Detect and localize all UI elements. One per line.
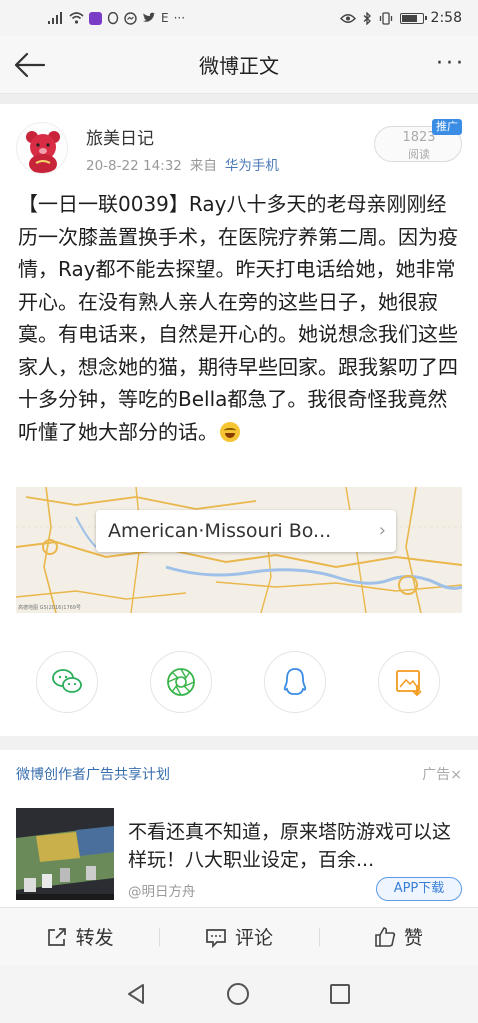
save-image-icon — [396, 670, 422, 697]
like-button[interactable]: 赞 — [318, 908, 478, 965]
repost-button[interactable]: 转发 — [0, 908, 159, 965]
avatar[interactable] — [16, 122, 68, 174]
share-wechat-button[interactable] — [36, 651, 98, 713]
ad-header[interactable]: 微博创作者广告共享计划 — [16, 764, 170, 784]
post-source[interactable]: 华为手机 — [225, 158, 279, 174]
status-time: 2:58 — [430, 10, 462, 26]
ad-thumbnail[interactable] — [16, 808, 114, 900]
share-qq-button[interactable] — [264, 651, 326, 713]
location-name: American·Missouri Bo... — [108, 520, 332, 542]
repost-label: 转发 — [75, 927, 114, 949]
more-icon: ··· — [173, 11, 186, 25]
eye-icon — [339, 11, 356, 25]
ad-account[interactable]: @明日方舟 — [128, 880, 196, 900]
read-label: 阅读 — [408, 148, 430, 161]
qq-icon — [107, 11, 119, 25]
back-arrow-icon[interactable] — [12, 50, 48, 80]
share-moments-button[interactable] — [150, 651, 212, 713]
location-chip[interactable]: American·Missouri Bo... › — [96, 510, 396, 552]
map-copyright: 高德地图 GS(2016)1769号 — [18, 605, 81, 611]
post-time: 20-8-22 14:32 — [86, 158, 182, 174]
system-home-icon[interactable] — [227, 983, 249, 1005]
chevron-right-icon: › — [378, 520, 386, 541]
status-right-icons: 2:58 — [339, 10, 462, 26]
bluetooth-icon — [363, 11, 372, 25]
like-label: 赞 — [403, 927, 423, 949]
top-nav-bar: 微博正文 ··· — [0, 36, 478, 94]
thumbs-up-icon — [375, 926, 395, 947]
messenger-icon — [124, 11, 137, 25]
close-icon[interactable]: × — [450, 767, 462, 783]
comment-button[interactable]: 评论 — [159, 908, 318, 965]
ad-label: 广告 — [422, 767, 451, 783]
post-text: 【一日一联0039】Ray八十多天的老母亲刚刚经历一次膝盖置换手术，在医院疗养第… — [18, 192, 458, 444]
vibrate-icon — [379, 11, 393, 25]
qq-icon — [283, 668, 307, 695]
status-left-icons: E ··· — [48, 11, 185, 25]
system-nav-bar — [0, 965, 478, 1023]
e-icon: E — [161, 11, 169, 25]
comment-label: 评论 — [234, 927, 273, 949]
post-meta: 20-8-22 14:32 来自 华为手机 — [86, 154, 279, 174]
twitter-icon — [142, 11, 156, 25]
ad-tag[interactable]: 广告× — [422, 764, 462, 784]
wifi-icon — [69, 11, 84, 25]
system-recents-icon[interactable] — [330, 984, 350, 1004]
section-divider — [0, 94, 478, 104]
post-action-bar: 转发 评论 赞 — [0, 907, 478, 965]
ad-title[interactable]: 不看还真不知道，原来塔防游戏可以这样玩！八大职业设定，百余... — [128, 818, 458, 874]
app-download-button[interactable]: APP下载 — [376, 877, 462, 901]
moments-icon — [167, 668, 195, 696]
repost-icon — [47, 927, 66, 946]
system-back-icon[interactable] — [125, 983, 147, 1009]
signal-icon — [48, 11, 64, 25]
wechat-icon — [52, 669, 82, 693]
promo-badge: 推广 — [432, 119, 462, 135]
more-dots-icon[interactable]: ··· — [436, 53, 466, 75]
app-icon — [89, 11, 102, 25]
location-map[interactable]: American·Missouri Bo... › 高德地图 GS(2016)1… — [16, 487, 462, 613]
source-prefix: 来自 — [189, 158, 217, 174]
section-divider — [0, 736, 478, 750]
save-image-button[interactable] — [378, 651, 440, 713]
page-title: 微博正文 — [199, 54, 279, 78]
laugh-cry-emoji — [220, 421, 240, 442]
post-body: 【一日一联0039】Ray八十多天的老母亲刚刚经历一次膝盖置换手术，在医院疗养第… — [18, 188, 464, 448]
comment-icon — [206, 928, 226, 948]
author-name[interactable]: 旅美日记 — [86, 124, 154, 149]
status-bar: E ··· 2:58 — [0, 0, 478, 36]
battery-icon — [399, 11, 427, 25]
